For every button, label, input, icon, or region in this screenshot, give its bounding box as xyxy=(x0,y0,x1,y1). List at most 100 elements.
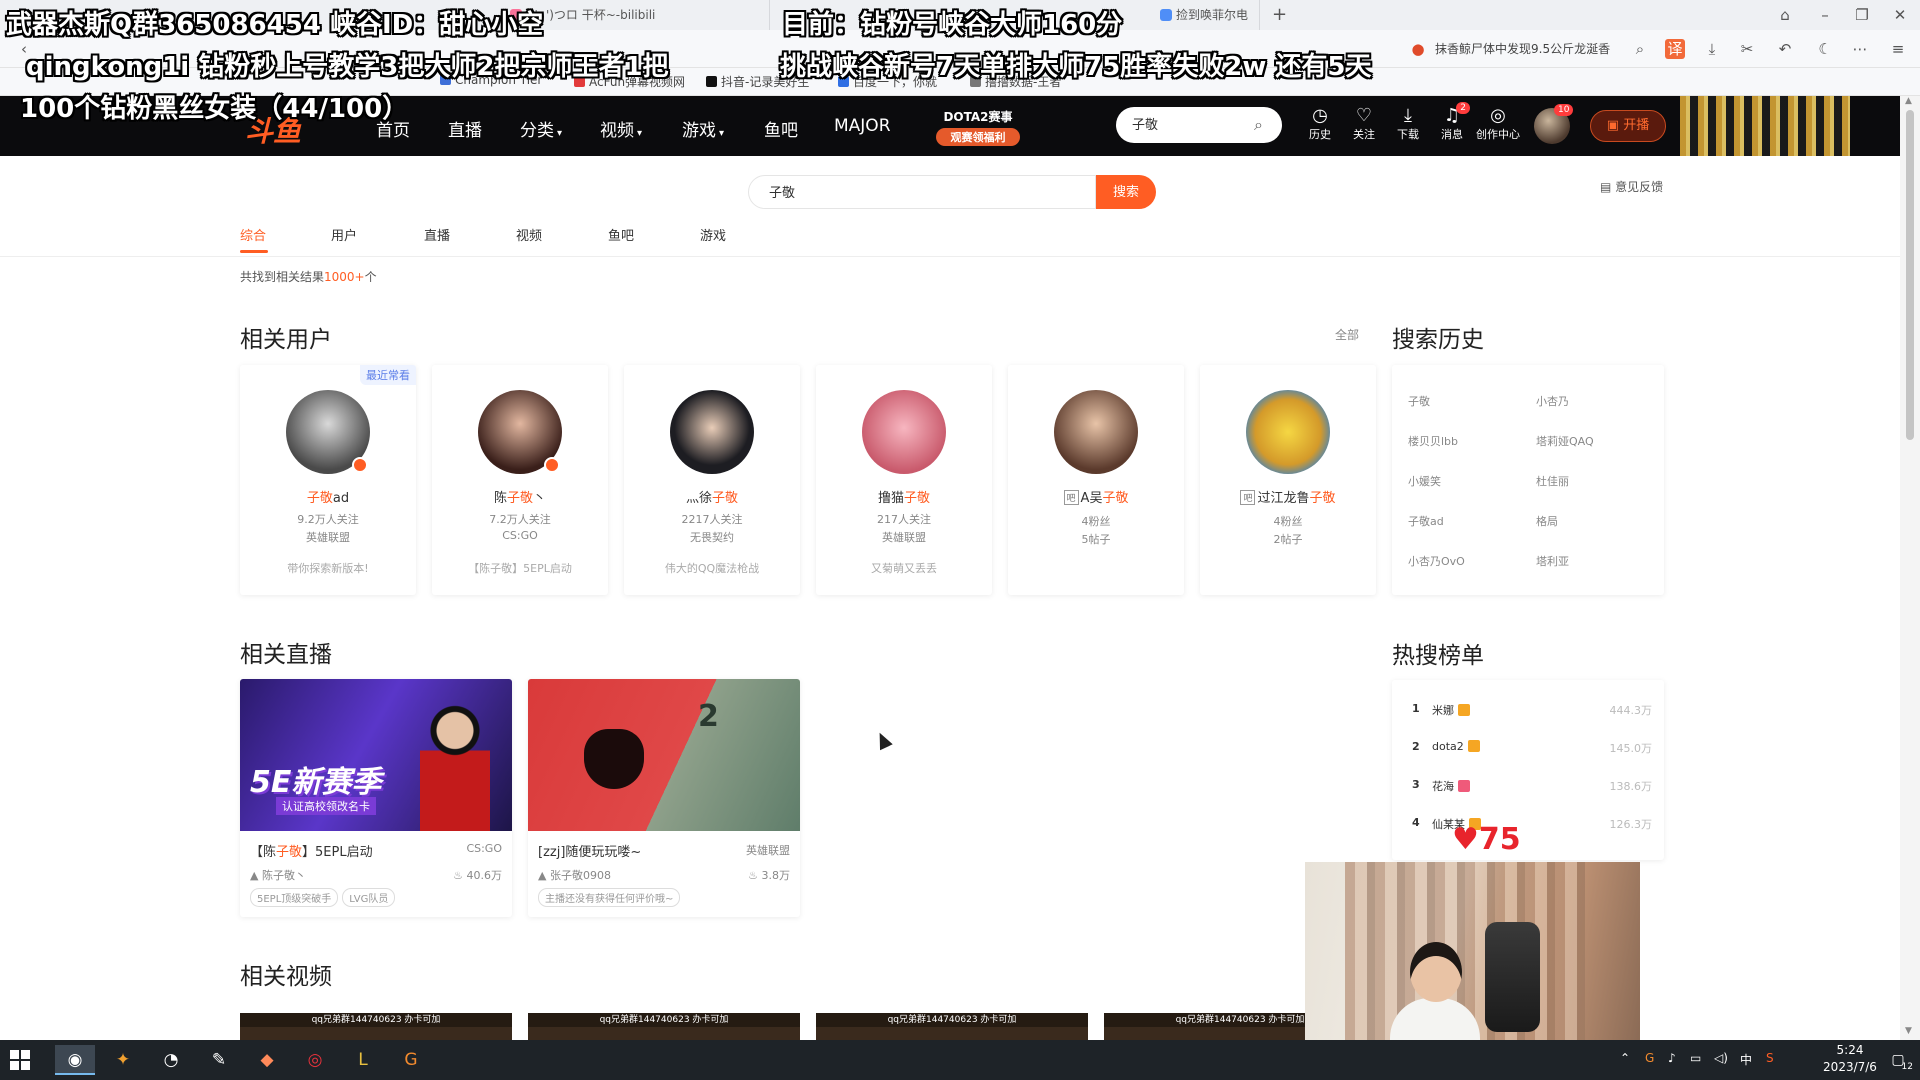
history-item[interactable]: 子敬 xyxy=(1408,393,1430,409)
minimize-icon[interactable]: – xyxy=(1815,5,1835,25)
nav-dota-event[interactable]: DOTA2赛事 观赛领福利 xyxy=(936,108,1020,146)
tab-all[interactable]: 综合 xyxy=(240,225,266,244)
users-all-link[interactable]: 全部 xyxy=(1335,326,1359,343)
follow-button[interactable]: ♡ 关注 xyxy=(1344,106,1384,142)
live-tag[interactable]: LVG队员 xyxy=(342,888,396,907)
tab-video[interactable]: 视频 xyxy=(516,225,542,244)
netease-music-taskbar-icon[interactable]: ◎ xyxy=(295,1045,335,1075)
history-item[interactable]: 格局 xyxy=(1536,513,1558,529)
undo-icon[interactable]: ↶ xyxy=(1775,39,1795,59)
history-item[interactable]: 小杏乃OvO xyxy=(1408,553,1465,569)
live-title[interactable]: 【陈子敬】5EPL启动 xyxy=(250,841,373,860)
news-ticker[interactable]: 抹香鲸尸体中发现9.5公斤龙涎香 xyxy=(1435,40,1610,57)
video-card[interactable]: qq兄弟群144740623 办卡可加 xyxy=(816,1013,1088,1043)
user-card[interactable]: 最近常看 子敬ad 9.2万人关注 英雄联盟 带你探索新版本! xyxy=(240,365,416,595)
download-button[interactable]: ⤓ 下载 xyxy=(1388,106,1428,142)
scroll-down-icon[interactable]: ▼ xyxy=(1905,1026,1912,1036)
nav-category[interactable]: 分类 ▾ xyxy=(520,116,562,141)
chrome-taskbar-icon[interactable]: G xyxy=(391,1045,431,1075)
hot-item[interactable]: 2 dota2 145.0万 xyxy=(1412,740,1652,758)
nav-major[interactable]: MAJOR xyxy=(834,116,891,136)
user-name[interactable]: 撸猫子敬 xyxy=(816,487,992,506)
shirt-icon[interactable]: ⌂ xyxy=(1775,5,1795,25)
history-item[interactable]: 楼贝贝lbb xyxy=(1408,433,1458,449)
header-search-input[interactable] xyxy=(1132,116,1242,131)
moon-icon[interactable]: ☾ xyxy=(1815,39,1835,59)
user-card[interactable]: 灬徐子敬 2217人关注 无畏契约 伟大的QQ魔法枪战 xyxy=(624,365,800,595)
ime-indicator[interactable]: 中 xyxy=(1740,1051,1752,1068)
video-card[interactable]: qq兄弟群144740623 办卡可加 xyxy=(528,1013,800,1043)
live-category[interactable]: CS:GO xyxy=(466,842,502,855)
more-icon[interactable]: ⋯ xyxy=(1850,39,1870,59)
history-item[interactable]: 小媛笑 xyxy=(1408,473,1441,489)
header-banner[interactable] xyxy=(1680,96,1850,156)
new-tab-button[interactable]: + xyxy=(1262,0,1292,30)
hot-item[interactable]: 4 仙某某 126.3万 xyxy=(1412,816,1652,834)
user-avatar[interactable] xyxy=(1246,390,1330,474)
history-item[interactable]: 塔莉娅QAQ xyxy=(1536,433,1594,449)
game-taskbar-icon[interactable]: ✦ xyxy=(103,1045,143,1075)
live-thumbnail[interactable]: 5E新赛季 认证高校领改名卡 xyxy=(240,679,512,831)
user-card[interactable]: 吧 A吴子敬 4粉丝 5帖子 xyxy=(1008,365,1184,595)
search-icon[interactable]: ⌕ xyxy=(1630,39,1650,59)
scissors-icon[interactable]: ✂ xyxy=(1737,39,1757,59)
history-item[interactable]: 杜佳丽 xyxy=(1536,473,1569,489)
user-card[interactable]: 撸猫子敬 217人关注 英雄联盟 又菊萌又丢丢 xyxy=(816,365,992,595)
history-item[interactable]: 子敬ad xyxy=(1408,513,1444,529)
sogou-icon[interactable]: S xyxy=(1766,1051,1774,1065)
live-streamer[interactable]: ▲ 陈子敬丶 xyxy=(250,867,306,883)
nav-video[interactable]: 视频 ▾ xyxy=(600,116,642,141)
notification-center[interactable]: ▢ 12 xyxy=(1880,1045,1916,1075)
page-scrollbar[interactable]: ▲ ▼ xyxy=(1900,96,1920,1040)
tray-app-icon[interactable]: G xyxy=(1645,1051,1654,1065)
clock-date[interactable]: 2023/7/6 xyxy=(1812,1060,1888,1074)
user-name[interactable]: 吧 A吴子敬 xyxy=(1008,487,1184,506)
user-name[interactable]: 灬徐子敬 xyxy=(624,487,800,506)
volume-icon[interactable]: ◁) xyxy=(1714,1051,1728,1065)
user-card[interactable]: 陈子敬丶 7.2万人关注 CS:GO 【陈子敬】5EPL启动 xyxy=(432,365,608,595)
live-tag[interactable]: 5EPL顶级突破手 xyxy=(250,888,339,907)
translate-icon[interactable]: 译 xyxy=(1665,39,1685,59)
user-avatar[interactable] xyxy=(1054,390,1138,474)
network-icon[interactable]: ▭ xyxy=(1690,1051,1701,1065)
user-name[interactable]: 吧过江龙鲁子敬 xyxy=(1200,487,1376,506)
tab-live[interactable]: 直播 xyxy=(424,225,450,244)
live-card[interactable]: 5E新赛季 认证高校领改名卡 【陈子敬】5EPL启动 CS:GO ▲ 陈子敬丶 … xyxy=(240,679,512,917)
creator-center-button[interactable]: ◎ 创作中心 xyxy=(1476,106,1520,142)
hot-item[interactable]: 1 米娜 444.3万 xyxy=(1412,702,1652,720)
tab-users[interactable]: 用户 xyxy=(331,225,357,244)
feedback-link[interactable]: ▤ 意见反馈 xyxy=(1600,178,1663,195)
user-avatar[interactable] xyxy=(670,390,754,474)
live-thumbnail[interactable]: 2 xyxy=(528,679,800,831)
search-button[interactable]: 搜索 xyxy=(1096,175,1156,209)
scroll-up-icon[interactable]: ▲ xyxy=(1905,96,1912,106)
close-icon[interactable]: ✕ xyxy=(1890,5,1910,25)
live-streamer[interactable]: ▲ 张子敬0908 xyxy=(538,867,611,883)
tab-yuba[interactable]: 鱼吧 xyxy=(608,225,634,244)
download-icon[interactable]: ⤓ xyxy=(1702,39,1722,59)
user-card[interactable]: 吧过江龙鲁子敬 4粉丝 2帖子 xyxy=(1200,365,1376,595)
video-card[interactable]: qq兄弟群144740623 办卡可加 xyxy=(240,1013,512,1043)
menu-icon[interactable]: ≡ xyxy=(1888,39,1908,59)
browser-taskbar-icon[interactable]: ◉ xyxy=(55,1045,95,1075)
clock-time[interactable]: 5:24 xyxy=(1820,1043,1880,1057)
search-icon[interactable]: ⌕ xyxy=(1254,115,1272,134)
user-avatar[interactable] xyxy=(862,390,946,474)
messages-button[interactable]: ♫ 消息 2 xyxy=(1432,102,1472,142)
speedometer-taskbar-icon[interactable]: ◔ xyxy=(151,1045,191,1075)
live-card[interactable]: 2 [zzj]随便玩玩喽~ 英雄联盟 ▲ 张子敬0908 ♨ 3.8万 主播还没… xyxy=(528,679,800,917)
live-title[interactable]: [zzj]随便玩玩喽~ xyxy=(538,841,641,860)
restore-icon[interactable]: ❐ xyxy=(1852,5,1872,25)
history-button[interactable]: ◷ 历史 xyxy=(1300,106,1340,142)
hot-item[interactable]: 3 花海 138.6万 xyxy=(1412,778,1652,796)
lol-taskbar-icon[interactable]: L xyxy=(343,1045,383,1075)
douyu-taskbar-icon[interactable]: ◆ xyxy=(247,1045,287,1075)
tab-game[interactable]: 游戏 xyxy=(700,225,726,244)
pen-taskbar-icon[interactable]: ✎ xyxy=(199,1045,239,1075)
scroll-thumb[interactable] xyxy=(1906,110,1914,440)
history-item[interactable]: 塔利亚 xyxy=(1536,553,1569,569)
user-name[interactable]: 陈子敬丶 xyxy=(432,487,608,506)
nav-game[interactable]: 游戏 ▾ xyxy=(682,116,724,141)
nav-yuba[interactable]: 鱼吧 xyxy=(764,116,798,141)
start-live-button[interactable]: ▣ 开播 xyxy=(1590,110,1666,142)
